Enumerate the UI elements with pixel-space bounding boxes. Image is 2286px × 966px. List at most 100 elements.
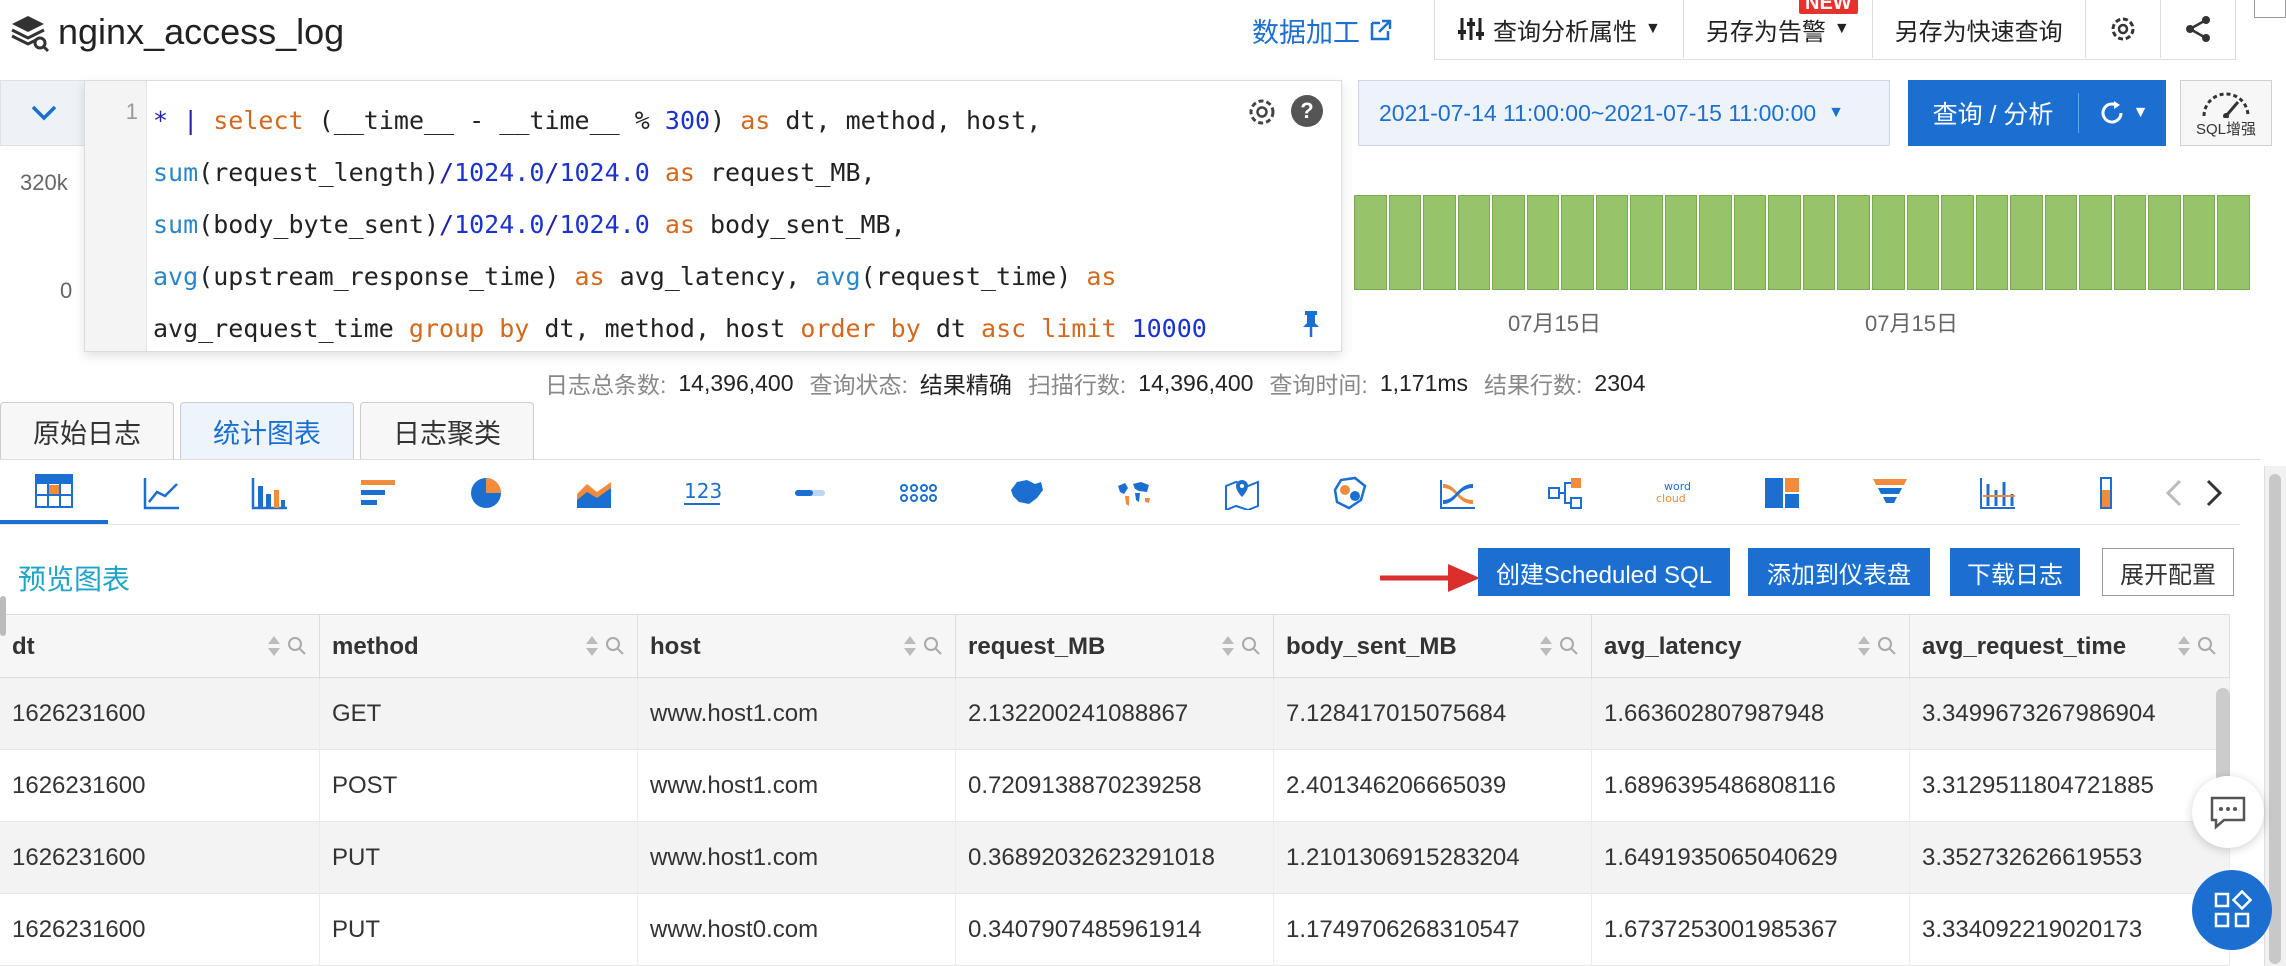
help-icon[interactable]: ? bbox=[1291, 95, 1323, 127]
sort-icon[interactable] bbox=[2177, 635, 2191, 657]
histogram-bar[interactable] bbox=[2010, 195, 2043, 290]
column-header-body-sent-mb[interactable]: body_sent_MB bbox=[1274, 615, 1592, 679]
table-row[interactable]: 1626231600 POST www.host1.com 0.72091388702… bbox=[0, 750, 2230, 822]
histogram-bar[interactable] bbox=[1492, 195, 1525, 290]
sql-boost-button[interactable]: SQL增强 bbox=[2180, 80, 2272, 146]
search-icon[interactable] bbox=[1241, 636, 1261, 656]
word-cloud-icon[interactable]: word cloud bbox=[1620, 462, 1728, 524]
sort-icon[interactable] bbox=[903, 635, 917, 657]
histogram-bar[interactable] bbox=[2148, 195, 2181, 290]
column-header-avg-request-time[interactable]: avg_request_time bbox=[1910, 615, 2230, 679]
histogram-bar[interactable] bbox=[1388, 195, 1422, 290]
time-range-picker[interactable]: 2021-07-14 11:00:00~2021-07-15 11:00:00 … bbox=[1358, 80, 1890, 146]
column-header-host[interactable]: host bbox=[638, 615, 956, 679]
editor-settings-icon[interactable] bbox=[1245, 95, 1279, 129]
treemap-icon[interactable] bbox=[1728, 462, 1836, 524]
vertical-bar-icon[interactable] bbox=[2052, 462, 2160, 524]
left-scroll-handle[interactable] bbox=[0, 596, 6, 636]
histogram-bar[interactable] bbox=[2079, 195, 2112, 290]
download-logs-button[interactable]: 下载日志 bbox=[1950, 548, 2080, 596]
area-chart-icon[interactable] bbox=[540, 462, 648, 524]
histogram-bar[interactable] bbox=[1975, 195, 2009, 290]
world-map-icon[interactable] bbox=[1080, 462, 1188, 524]
histogram-bars[interactable] bbox=[1354, 190, 2250, 290]
tab-log-clustering[interactable]: 日志聚类 bbox=[360, 402, 534, 460]
histogram-bar[interactable] bbox=[2217, 195, 2250, 290]
histogram-bar[interactable] bbox=[1906, 195, 1940, 290]
sort-icon[interactable] bbox=[1539, 635, 1553, 657]
bar-chart-icon[interactable] bbox=[216, 462, 324, 524]
histogram-bar[interactable] bbox=[1526, 195, 1560, 290]
heat-map-icon[interactable] bbox=[1296, 462, 1404, 524]
search-icon[interactable] bbox=[2197, 636, 2217, 656]
column-header-request-mb[interactable]: request_MB bbox=[956, 615, 1274, 679]
query-props-button[interactable]: 查询分析属性 ▼ bbox=[1435, 0, 1684, 58]
china-map-icon[interactable] bbox=[972, 462, 1080, 524]
histogram-bar[interactable] bbox=[1871, 195, 1905, 290]
chevron-right-icon[interactable] bbox=[2204, 477, 2224, 509]
histogram-bar[interactable] bbox=[1595, 195, 1629, 290]
sort-icon[interactable] bbox=[1221, 635, 1235, 657]
chevron-left-icon[interactable] bbox=[2164, 477, 2184, 509]
funnel-icon[interactable] bbox=[1836, 462, 1944, 524]
pie-chart-icon[interactable] bbox=[432, 462, 540, 524]
search-icon[interactable] bbox=[1877, 636, 1897, 656]
sort-icon[interactable] bbox=[1857, 635, 1871, 657]
histogram-bar[interactable] bbox=[1561, 195, 1594, 290]
timeline-icon[interactable] bbox=[1944, 462, 2052, 524]
share-button[interactable] bbox=[2161, 0, 2235, 58]
page-scrollbar-thumb[interactable] bbox=[2269, 474, 2281, 964]
line-chart-icon[interactable] bbox=[108, 462, 216, 524]
chat-button[interactable] bbox=[2192, 776, 2264, 848]
table-row[interactable]: 1626231600 GET www.host1.com 2.132200241088… bbox=[0, 678, 2230, 750]
save-alert-button[interactable]: 另存为告警 ▼ NEW bbox=[1684, 0, 1873, 58]
query-analyze-button[interactable]: 查询 / 分析 ▼ bbox=[1908, 80, 2166, 146]
histogram-bar[interactable] bbox=[1699, 195, 1732, 290]
search-icon[interactable] bbox=[605, 636, 625, 656]
histogram-bar[interactable] bbox=[1768, 195, 1801, 290]
single-value-icon[interactable]: 123 bbox=[648, 462, 756, 524]
topology-icon[interactable] bbox=[1512, 462, 1620, 524]
column-header-method[interactable]: method bbox=[320, 615, 638, 679]
create-scheduled-sql-button[interactable]: 创建Scheduled SQL bbox=[1478, 548, 1730, 596]
histogram-bar[interactable] bbox=[1733, 195, 1767, 290]
search-icon[interactable] bbox=[287, 636, 307, 656]
tab-raw-logs[interactable]: 原始日志 bbox=[0, 402, 174, 460]
histogram-bar[interactable] bbox=[2182, 195, 2216, 290]
histogram-bar[interactable] bbox=[1941, 195, 1974, 290]
tab-charts[interactable]: 统计图表 bbox=[180, 402, 354, 460]
table-row[interactable]: 1626231600 PUT www.host0.com 0.340790748596… bbox=[0, 894, 2230, 966]
histogram-bar[interactable] bbox=[1802, 195, 1836, 290]
horizontal-bar-icon[interactable] bbox=[324, 462, 432, 524]
column-header-dt[interactable]: dt bbox=[0, 615, 320, 679]
collapse-editor-button[interactable] bbox=[0, 80, 88, 146]
histogram-bar[interactable] bbox=[1837, 195, 1870, 290]
sort-icon[interactable] bbox=[267, 635, 281, 657]
sort-icon[interactable] bbox=[585, 635, 599, 657]
histogram-bar[interactable] bbox=[1423, 195, 1456, 290]
sankey-icon[interactable] bbox=[1404, 462, 1512, 524]
histogram-bar[interactable] bbox=[1457, 195, 1491, 290]
histogram-bar[interactable] bbox=[1354, 195, 1387, 290]
histogram-bar[interactable] bbox=[2044, 195, 2078, 290]
pin-icon[interactable] bbox=[1299, 309, 1323, 339]
settings-button[interactable] bbox=[2086, 0, 2161, 58]
query-code[interactable]: * | select (__time__ - __time__ % 300) a… bbox=[153, 95, 1207, 355]
search-icon[interactable] bbox=[923, 636, 943, 656]
progress-bar-icon[interactable] bbox=[756, 462, 864, 524]
histogram-bar[interactable] bbox=[1630, 195, 1663, 290]
histogram-bar[interactable] bbox=[1664, 195, 1698, 290]
data-process-link[interactable]: 数据加工 bbox=[1252, 10, 1394, 50]
query-editor[interactable]: 1 * | select (__time__ - __time__ % 300)… bbox=[84, 80, 1342, 352]
apps-button[interactable] bbox=[2192, 870, 2272, 950]
expand-config-button[interactable]: 展开配置 bbox=[2102, 548, 2234, 596]
table-chart-icon[interactable] bbox=[0, 462, 108, 524]
column-header-avg-latency[interactable]: avg_latency bbox=[1592, 615, 1910, 679]
flow-chart-icon[interactable] bbox=[864, 462, 972, 524]
histogram-bar[interactable] bbox=[2113, 195, 2147, 290]
table-row[interactable]: 1626231600 PUT www.host1.com 0.368920326232… bbox=[0, 822, 2230, 894]
amap-icon[interactable] bbox=[1188, 462, 1296, 524]
search-icon[interactable] bbox=[1559, 636, 1579, 656]
add-to-dashboard-button[interactable]: 添加到仪表盘 bbox=[1748, 548, 1930, 596]
save-quick-query-button[interactable]: 另存为快速查询 bbox=[1873, 0, 2086, 58]
